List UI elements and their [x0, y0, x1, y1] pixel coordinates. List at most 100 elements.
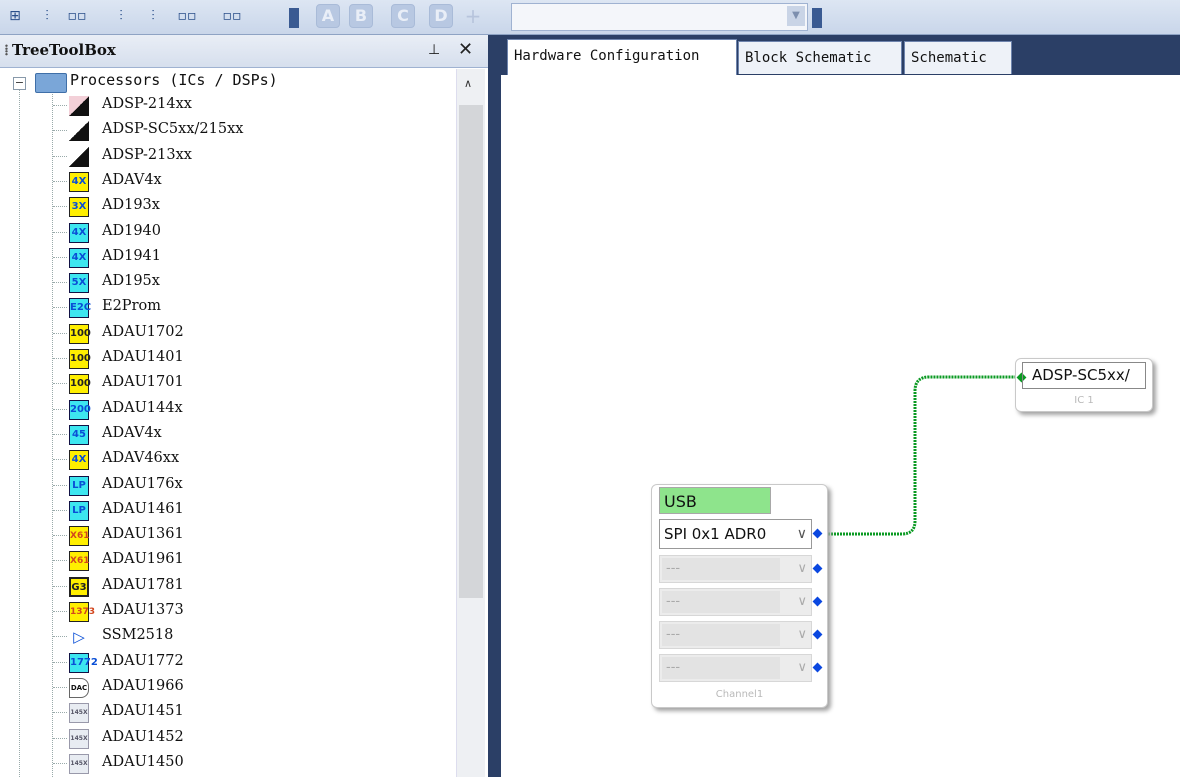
collapse-icon[interactable]: − [13, 77, 26, 90]
chevron-down-icon[interactable]: ∨ [797, 520, 807, 548]
tree-item-label: ADAV46xx [102, 450, 180, 467]
chevron-down-icon[interactable]: ∨ [797, 657, 807, 679]
tree-connector [53, 307, 67, 309]
mode-b-button[interactable]: B [349, 4, 373, 28]
tree-item[interactable]: 200 ADAU144x [53, 397, 453, 422]
device-icon: 3X [69, 197, 89, 218]
device-icon: 4X [69, 450, 89, 471]
tree-item[interactable]: ADSP-214xx [53, 93, 453, 118]
spi-address-value: SPI 0x1 ADR0 [664, 525, 767, 543]
channel-select-2[interactable]: --- ∨ [659, 555, 812, 583]
hardware-canvas[interactable]: USB SPI 0x1 ADR0 ∨ --- ∨ --- ∨ --- ∨ --- ∨ Ch… [497, 75, 1180, 777]
tree-item[interactable]: 45 ADAV4x [53, 422, 453, 447]
tree-item[interactable]: 5X AD195x [53, 270, 453, 295]
tree-item[interactable]: 100 ADAU1401 [53, 346, 453, 371]
channel-value-5: --- [662, 657, 780, 679]
distribute-v-icon[interactable]: ▫▫ [176, 5, 198, 27]
align-top-icon[interactable]: ⫶ [36, 5, 58, 27]
tree-item[interactable]: 100 ADAU1702 [53, 321, 453, 346]
tree-item[interactable]: X61 ADAU1961 [53, 548, 453, 573]
tree-item[interactable]: E2C E2Prom [53, 295, 453, 320]
device-icon: 4X [69, 222, 89, 243]
output-pin-3[interactable] [812, 596, 823, 607]
processor-chip-icon [35, 73, 67, 93]
tree-connector [53, 560, 67, 562]
mode-c-button[interactable]: C [391, 4, 415, 28]
output-pin-2[interactable] [812, 563, 823, 574]
block-caption: Channel1 [715, 689, 764, 700]
device-icon: 45 [69, 424, 89, 445]
tab-bar: Hardware Configuration Block Schematic S… [497, 35, 1180, 75]
tree-connector [53, 509, 67, 511]
tree-item-label: ADAU1373 [102, 602, 184, 618]
panel-splitter[interactable] [488, 35, 497, 777]
tree-item[interactable]: DAC ADAU1966 [53, 675, 453, 700]
tree-item[interactable]: 4X AD1941 [53, 245, 453, 270]
chevron-down-icon[interactable]: ∨ [797, 624, 807, 646]
toolbar-combo[interactable]: ▼ [511, 3, 808, 31]
tree-item[interactable]: LP ADAU176x [53, 473, 453, 498]
tree-item-label: ADAU1451 [102, 703, 184, 720]
tree-item-label: ADAU1361 [102, 526, 184, 543]
tab-schematic[interactable]: Schematic [904, 41, 1012, 74]
tree-item[interactable]: X61 ADAU1361 [53, 523, 453, 548]
tree-item[interactable]: 3X AD193x [53, 194, 453, 219]
tab-block-schematic[interactable]: Block Schematic [738, 41, 902, 74]
tree-item[interactable]: ADSP-SC5xx/215xx [53, 118, 453, 143]
distribute-h-icon[interactable]: ▫▫ [66, 5, 88, 27]
tree-item[interactable]: ADSP-213xx [53, 144, 453, 169]
scroll-thumb[interactable] [459, 105, 483, 598]
tree-item[interactable]: 145X ADAU1452 [53, 726, 453, 751]
usb-interface-block[interactable]: USB SPI 0x1 ADR0 ∨ --- ∨ --- ∨ --- ∨ --- ∨ Ch… [651, 484, 828, 708]
scroll-up-icon[interactable]: ∧ [464, 77, 472, 90]
align-bottom-icon[interactable]: ⫶ [142, 5, 164, 27]
device-icon: E2C [69, 298, 91, 319]
ic-block[interactable]: ADSP-SC5xx/ IC 1 [1015, 358, 1153, 412]
panel-title: ⁞ TreeToolBox [4, 41, 116, 59]
tree-item[interactable]: LP ADAU1461 [53, 498, 453, 523]
tab-hardware-configuration[interactable]: Hardware Configuration [507, 39, 737, 75]
output-pin-4[interactable] [812, 629, 823, 640]
align-left-icon[interactable]: ▫▫ [221, 5, 243, 27]
close-icon[interactable]: ✕ [458, 39, 473, 60]
layout-icon[interactable]: ⊞ [4, 5, 26, 27]
chevron-down-icon[interactable]: ∨ [797, 591, 807, 613]
channel-select-5[interactable]: --- ∨ [659, 654, 812, 682]
channel-select-4[interactable]: --- ∨ [659, 621, 812, 649]
mode-d-button[interactable]: D [429, 4, 453, 28]
tree-item[interactable]: ▷ SSM2518 [53, 624, 453, 649]
mode-a-button[interactable]: A [316, 4, 340, 28]
tree-item[interactable]: 4X ADAV46xx [53, 447, 453, 472]
tree-item[interactable]: G3 ADAU1781 [53, 574, 453, 599]
channel-select-3[interactable]: --- ∨ [659, 588, 812, 616]
tree-connector [53, 661, 67, 663]
ic-caption: IC 1 [1074, 395, 1094, 406]
tree-item[interactable]: 100 ADAU1701 [53, 371, 453, 396]
tree-item[interactable]: 145X ADAU1450 [53, 751, 453, 776]
toolbar-grip[interactable] [289, 8, 299, 28]
chevron-down-icon[interactable]: ▼ [787, 6, 805, 26]
pin-icon[interactable]: ⊥ [428, 42, 440, 58]
toolbar-grip-2[interactable] [812, 8, 822, 28]
add-icon[interactable]: + [462, 5, 484, 27]
align-middle-icon[interactable]: ⫶ [110, 5, 132, 27]
tree-item[interactable]: 4X AD1940 [53, 220, 453, 245]
scrollbar[interactable]: ∧ [456, 69, 485, 777]
ic-label: ADSP-SC5xx/ [1022, 362, 1146, 389]
tree-item[interactable]: 4X ADAV4x [53, 169, 453, 194]
tree-item-label: SSM2518 [102, 627, 174, 644]
tree-connector [53, 180, 67, 182]
output-pin-1[interactable] [812, 528, 823, 539]
tree-connector [53, 155, 67, 157]
tree-guide-line [19, 87, 20, 777]
output-pin-5[interactable] [812, 662, 823, 673]
spi-address-select[interactable]: SPI 0x1 ADR0 ∨ [659, 519, 812, 549]
tree-connector [53, 636, 67, 638]
device-icon: DAC [69, 677, 89, 698]
tree-item[interactable]: 1772 ADAU1772 [53, 650, 453, 675]
tree-root-label[interactable]: Processors (ICs / DSPs) [70, 71, 278, 89]
chevron-down-icon[interactable]: ∨ [797, 558, 807, 580]
tree-item[interactable]: 1373 ADAU1373 [53, 599, 453, 624]
device-icon: 145X [69, 753, 89, 774]
tree-item[interactable]: 145X ADAU1451 [53, 700, 453, 725]
